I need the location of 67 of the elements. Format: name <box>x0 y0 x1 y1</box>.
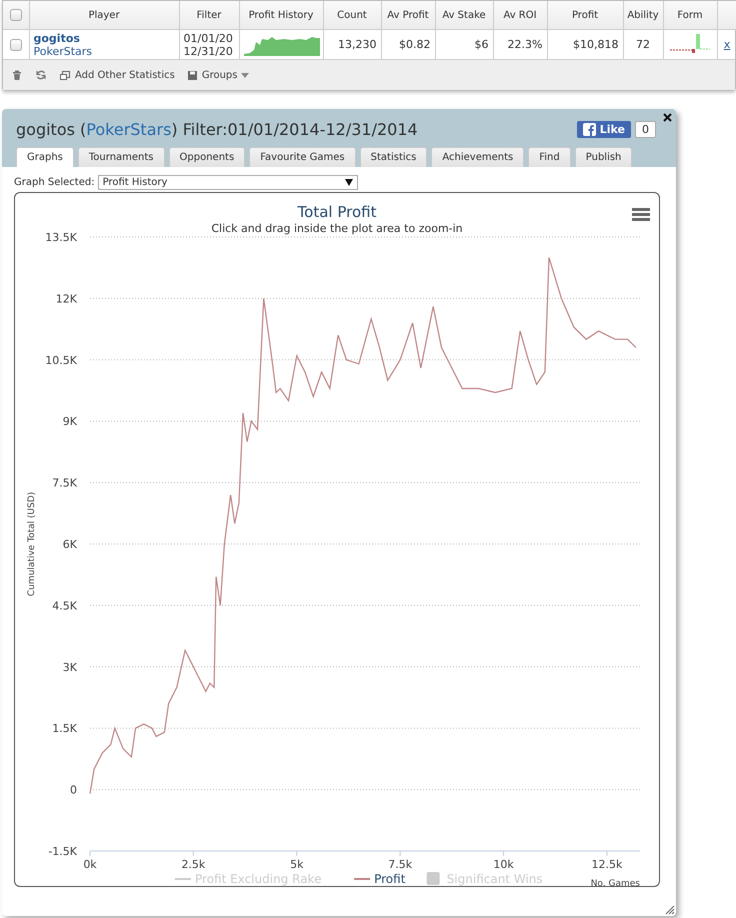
y-tick-label: 4.5K <box>52 599 77 612</box>
site-name: PokerStars <box>34 44 94 58</box>
x-tick-label: 5k <box>290 858 304 871</box>
y-tick-label: 3K <box>62 660 77 674</box>
y-tick-label: 0 <box>70 784 77 797</box>
resize-grip-icon <box>665 905 675 915</box>
y-tick-label: 7.5K <box>52 476 77 490</box>
close-icon[interactable] <box>663 113 672 122</box>
graph-selected-label: Graph Selected: <box>14 177 95 188</box>
windows-icon <box>59 70 71 80</box>
y-tick-label: 1.5K <box>52 722 77 736</box>
chart-subtitle: Click and drag inside the plot area to zoom-in <box>211 222 463 235</box>
save-icon <box>186 70 198 80</box>
tab[interactable]: Achievements <box>431 147 524 167</box>
panel-title: gogitos (PokerStars) Filter:01/01/2014-12/31/2014 <box>16 120 418 138</box>
remove-link[interactable]: x <box>724 38 730 51</box>
filter-date: 12/31/20 <box>184 44 234 58</box>
table-cell-text: 72 <box>636 38 650 51</box>
player-link[interactable]: gogitos <box>34 32 174 44</box>
x-tick-label: 2.5k <box>181 858 206 871</box>
column-header[interactable]: Player <box>88 10 120 20</box>
y-tick-label: -1.5K <box>48 845 77 858</box>
form-mini-chart <box>670 34 710 56</box>
x-tick-label: 0k <box>83 858 97 871</box>
refresh-icon <box>35 69 47 81</box>
column-header[interactable]: Profit <box>572 10 598 20</box>
table-cell-text: $0.82 <box>399 38 430 51</box>
trash-icon <box>11 69 23 81</box>
tab[interactable]: Favourite Games <box>249 147 356 167</box>
column-header[interactable]: Count <box>337 10 367 20</box>
column-header[interactable]: Form <box>677 10 703 20</box>
row-checkbox[interactable] <box>10 38 22 50</box>
like-count: 0 <box>635 120 656 138</box>
select-all-checkbox[interactable] <box>10 9 22 21</box>
graph-dropdown[interactable]: Profit History <box>98 175 358 190</box>
tab[interactable]: Opponents <box>168 147 246 167</box>
column-header[interactable]: Filter <box>196 10 222 20</box>
tab[interactable]: Find <box>528 147 571 167</box>
filter-date: 01/01/20 <box>184 32 234 44</box>
y-tick-label: 6K <box>62 538 77 551</box>
legend-label: Profit <box>374 872 406 886</box>
tab[interactable]: Graphs <box>16 147 74 167</box>
y-tick-label: 10.5K <box>45 354 77 367</box>
add-statistics-button[interactable]: Add Other Statistics <box>75 70 175 80</box>
tab[interactable]: Publish <box>574 147 632 167</box>
x-tick-label: 7.5k <box>388 858 412 871</box>
legend-item[interactable]: Profit <box>354 872 406 886</box>
table-cell-text: $10,818 <box>573 38 618 51</box>
dropdown-caret-icon <box>344 179 353 186</box>
chart-title: Total Profit <box>298 203 376 221</box>
y-tick-label: 9K <box>62 415 77 428</box>
like-button[interactable]: Like <box>576 120 631 138</box>
tab[interactable]: Tournaments <box>78 147 165 167</box>
y-tick-label: 12K <box>56 292 77 306</box>
y-axis-title: Cumulative Total (USD) <box>27 492 37 596</box>
table-cell-text: $6 <box>474 38 488 51</box>
facebook-icon <box>582 122 596 136</box>
x-tick-label: 12.5k <box>591 858 622 871</box>
tab[interactable]: Statistics <box>360 147 428 167</box>
menu-icon[interactable] <box>632 208 650 221</box>
x-axis-title: No. Games <box>590 879 640 886</box>
y-tick-label: 13.5K <box>45 231 77 244</box>
x-tick-label: 10k <box>493 858 514 871</box>
groups-button[interactable]: Groups <box>202 70 238 80</box>
table-cell-text: 13,230 <box>338 38 376 51</box>
caret-icon <box>241 72 250 78</box>
table-cell-text: 22.3% <box>508 38 542 51</box>
